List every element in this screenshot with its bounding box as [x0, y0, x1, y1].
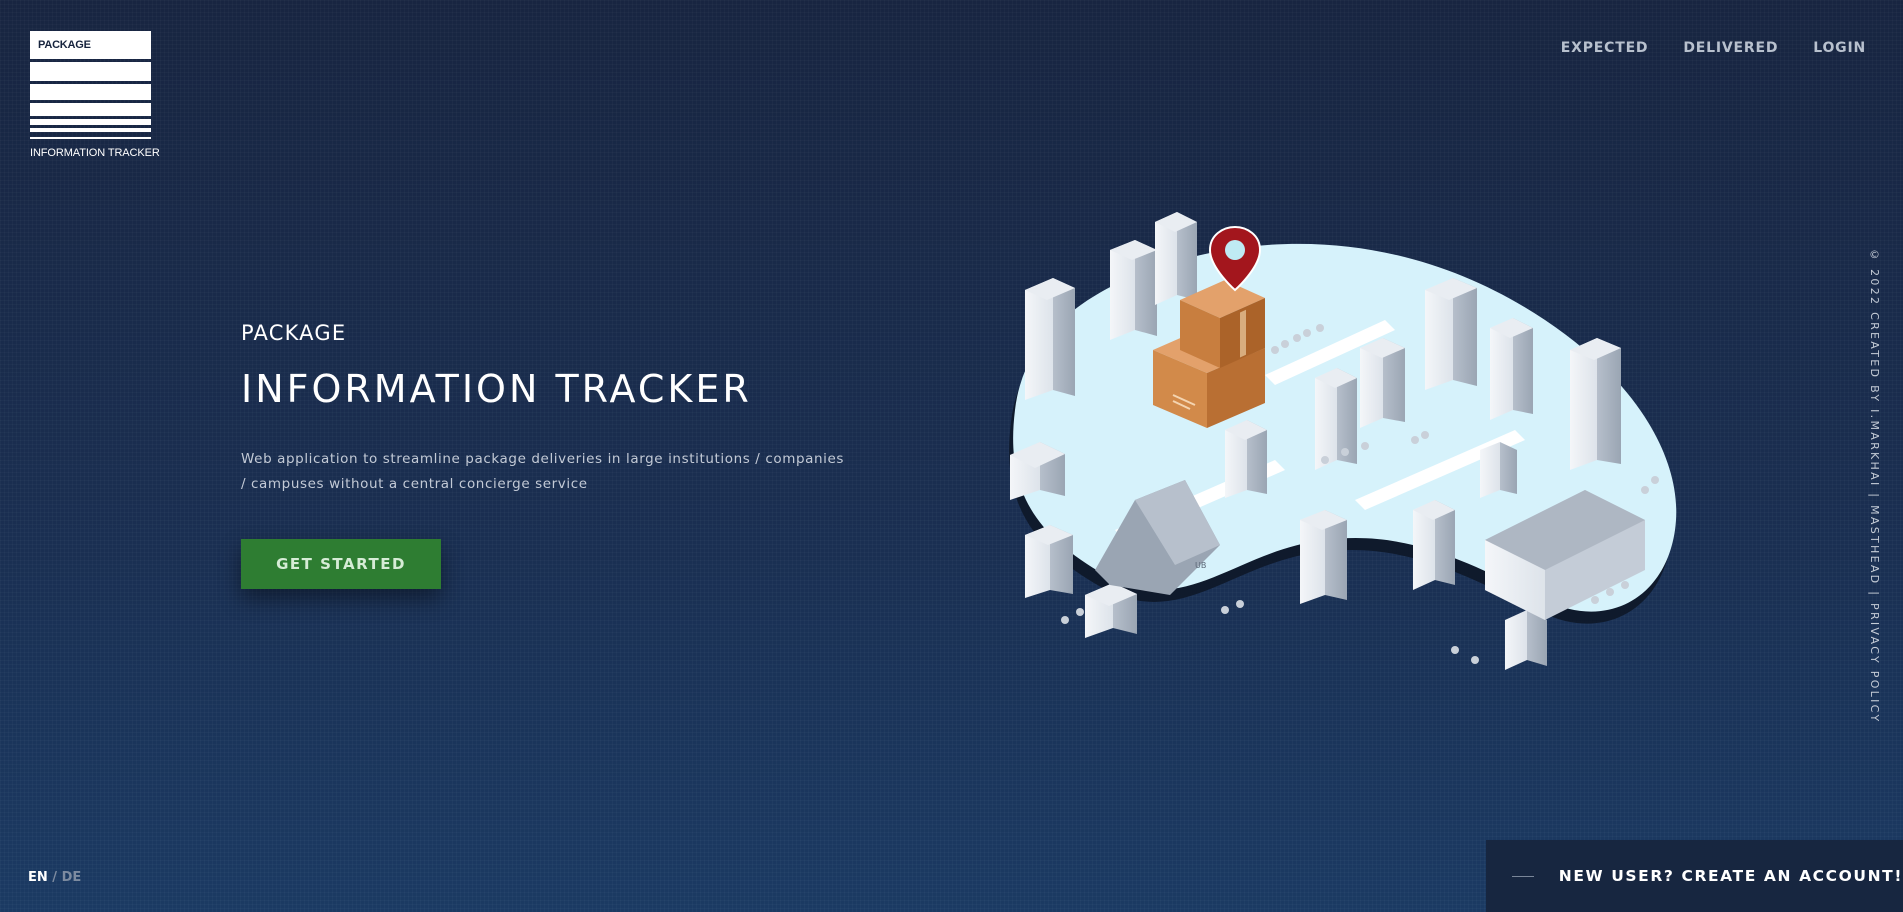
lang-de[interactable]: DE [62, 870, 82, 885]
building [1413, 500, 1455, 590]
logo-bar [30, 119, 151, 125]
logo-bar [30, 128, 151, 132]
building [1025, 525, 1073, 598]
building [1155, 212, 1197, 305]
nav-login[interactable]: LOGIN [1813, 40, 1866, 56]
city-illustration-svg: UB [1009, 212, 1677, 670]
credits-vertical[interactable]: © 2022 CREATED BY I.MARKHAI | MASTHEAD |… [1868, 248, 1881, 723]
lang-separator: / [52, 870, 58, 885]
logo-bar [30, 84, 151, 100]
hero-description-line: Web application to streamline package de… [241, 451, 845, 467]
hero: PACKAGE INFORMATION TRACKER Web applicat… [241, 321, 861, 589]
logo-subtitle: INFORMATION TRACKER [30, 147, 160, 159]
ub-label: UB [1195, 561, 1206, 570]
building [1025, 278, 1075, 400]
hero-kicker: PACKAGE [241, 321, 347, 345]
building [1570, 338, 1621, 470]
low-building [1085, 583, 1137, 638]
low-building [1480, 442, 1517, 498]
building [1225, 420, 1267, 498]
create-account-label: NEW USER? CREATE AN ACCOUNT! [1558, 867, 1903, 885]
logo-bar [30, 62, 151, 81]
logo-bar [30, 137, 151, 139]
low-building [1505, 610, 1547, 670]
language-switch: EN / DE [28, 870, 81, 885]
lang-en[interactable]: EN [28, 870, 48, 885]
building [1360, 338, 1405, 428]
hero-description: Web application to streamline package de… [241, 447, 861, 497]
get-started-button[interactable]: GET STARTED [241, 539, 441, 589]
logo[interactable]: PACKAGE INFORMATION TRACKER [30, 31, 160, 159]
building [1315, 368, 1357, 470]
building [1425, 278, 1477, 390]
top-nav: EXPECTED DELIVERED LOGIN [1561, 40, 1866, 56]
nav-expected[interactable]: EXPECTED [1561, 40, 1649, 56]
hero-description-line: / campuses without a central concierge s… [241, 476, 588, 492]
building [1110, 240, 1157, 340]
create-account-button[interactable]: NEW USER? CREATE AN ACCOUNT! [1486, 840, 1903, 912]
nav-delivered[interactable]: DELIVERED [1683, 40, 1778, 56]
hero-title: INFORMATION TRACKER [241, 367, 752, 411]
building [1300, 510, 1347, 604]
logo-bar [30, 103, 151, 116]
city-illustration: UB [985, 200, 1695, 720]
building [1490, 318, 1533, 420]
logo-box-text: PACKAGE [30, 31, 151, 59]
decorative-line [1512, 875, 1534, 877]
